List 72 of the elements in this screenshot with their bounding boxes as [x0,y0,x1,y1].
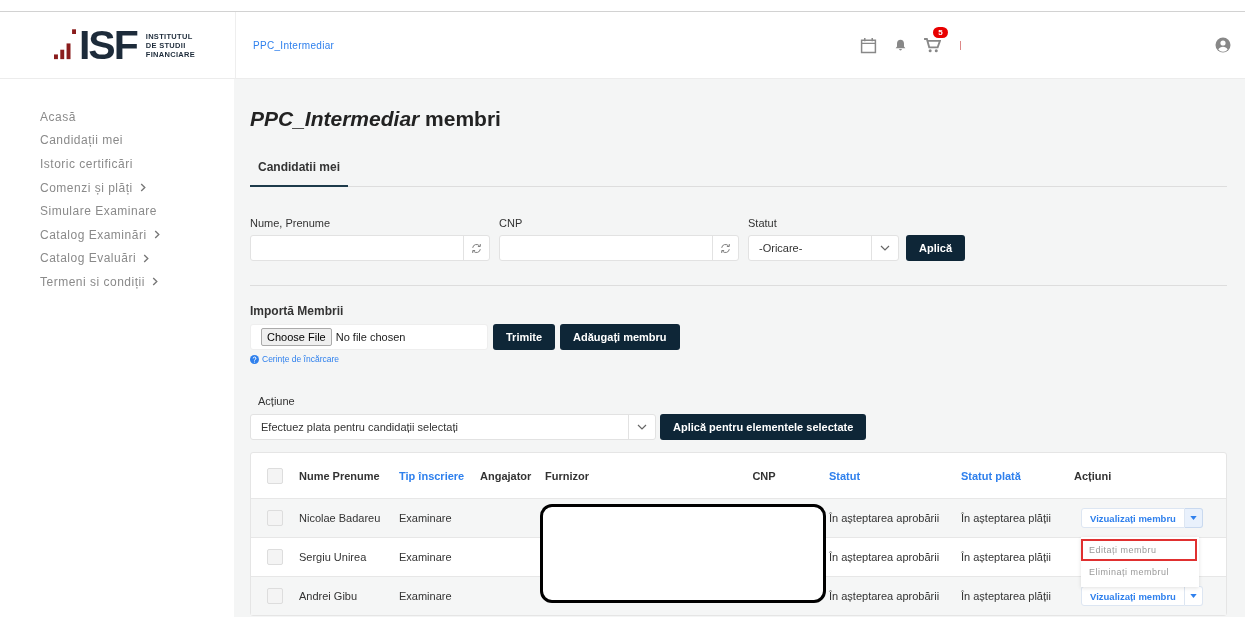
column-header[interactable]: Tip înscriere [399,469,465,482]
field-label: Acțiune [257,395,296,407]
sidebar-item[interactable]: Istoric certificări [40,152,133,176]
column-header: Furnizor [545,469,589,482]
table-cell: În așteptarea aprobării [829,512,940,524]
table-cell: În așteptarea aprobării [829,590,940,602]
sidebar-item[interactable]: Acasă [40,105,76,129]
cart-count-badge: 5 [933,26,948,38]
field-label: CNP [499,217,524,229]
calendar-icon[interactable] [860,36,878,54]
table-cell: În așteptarea plății [961,512,1051,524]
choose-file-button[interactable]: Choose File [261,328,332,346]
chevron-right-icon [143,253,150,263]
column-header[interactable]: Statut [829,469,861,482]
select-field[interactable]: -Oricare- [748,235,899,261]
select-all-checkbox[interactable] [267,467,283,484]
table-cell: În așteptarea plății [961,551,1051,563]
row-checkbox[interactable] [267,549,283,565]
column-header: CNP [752,469,776,482]
help-icon [250,354,259,364]
sidebar-item[interactable]: Catalog Evaluări [40,246,150,271]
page-title: PPC_Intermediar membri [250,107,502,131]
user-account-icon[interactable] [1215,37,1231,53]
sidebar-item[interactable]: Catalog Examinări [40,222,160,247]
row-checkbox[interactable] [267,588,283,604]
field-label: Nume, Prenume [250,217,332,229]
text-field[interactable] [499,235,739,261]
apply-selected-button[interactable]: Aplică pentru elementele selectate [660,414,867,440]
caret-icon [1189,594,1197,598]
help-link[interactable]: Cerințe de încărcare [262,354,339,364]
table-cell: Nicolae Badareu [299,512,381,524]
column-header: Angajator [480,469,532,482]
menu-item[interactable]: Eliminați membrul [1081,561,1197,583]
table-cell: Examinare [399,590,452,602]
chevron-right-icon [153,230,160,240]
logo-text: ISF [78,24,137,66]
table-cell: În așteptarea aprobării [829,551,940,563]
action-select[interactable]: Efectuez plata pentru candidații selectați [250,414,656,440]
sidebar-item[interactable]: Termeni si condiții [40,270,158,294]
table-cell: Examinare [399,551,452,563]
chevron-right-icon [151,277,158,287]
text-field[interactable] [250,235,490,261]
bell-icon[interactable] [894,38,908,52]
chevron-right-icon [139,183,146,193]
tab[interactable]: Candidatii mei [250,153,348,187]
column-header: Acțiuni [1074,469,1112,482]
table-cell: Andrei Gibu [299,590,358,602]
breadcrumb-link[interactable]: PPC_Intermediar [253,39,335,51]
dropdown-toggle-button[interactable] [1184,508,1203,528]
table-cell: Sergiu Unirea [299,551,367,563]
sidebar-item[interactable]: Comenzi și plăți [40,175,146,200]
section-title: Importă Membrii [250,304,345,318]
refresh-icon[interactable] [471,242,482,254]
refresh-icon[interactable] [720,242,731,254]
row-checkbox[interactable] [267,510,283,526]
submit-button[interactable]: Trimite [493,324,556,350]
column-header[interactable]: Statut plată [961,469,1021,482]
file-status: No file chosen [335,331,406,343]
column-header: Nume Prenume [299,469,380,482]
add-member-button[interactable]: Adăugați membru [560,324,680,350]
table-cell: Examinare [399,512,452,524]
sidebar-item[interactable]: Candidații mei [40,128,124,153]
view-member-button[interactable]: Vizualizați membru [1081,586,1185,606]
view-member-button[interactable]: Vizualizați membru [1081,508,1185,528]
file-input[interactable]: Choose File No file chosen [250,324,488,350]
sidebar-item[interactable]: Simulare Examinare [40,199,158,223]
caret-icon [1189,516,1197,520]
cart-icon[interactable] [924,37,942,53]
menu-item[interactable]: Editați membru [1081,539,1197,561]
field-label: Statut [748,217,778,229]
table-cell: În așteptarea plății [961,590,1051,602]
apply-button[interactable]: Aplică [906,235,965,261]
